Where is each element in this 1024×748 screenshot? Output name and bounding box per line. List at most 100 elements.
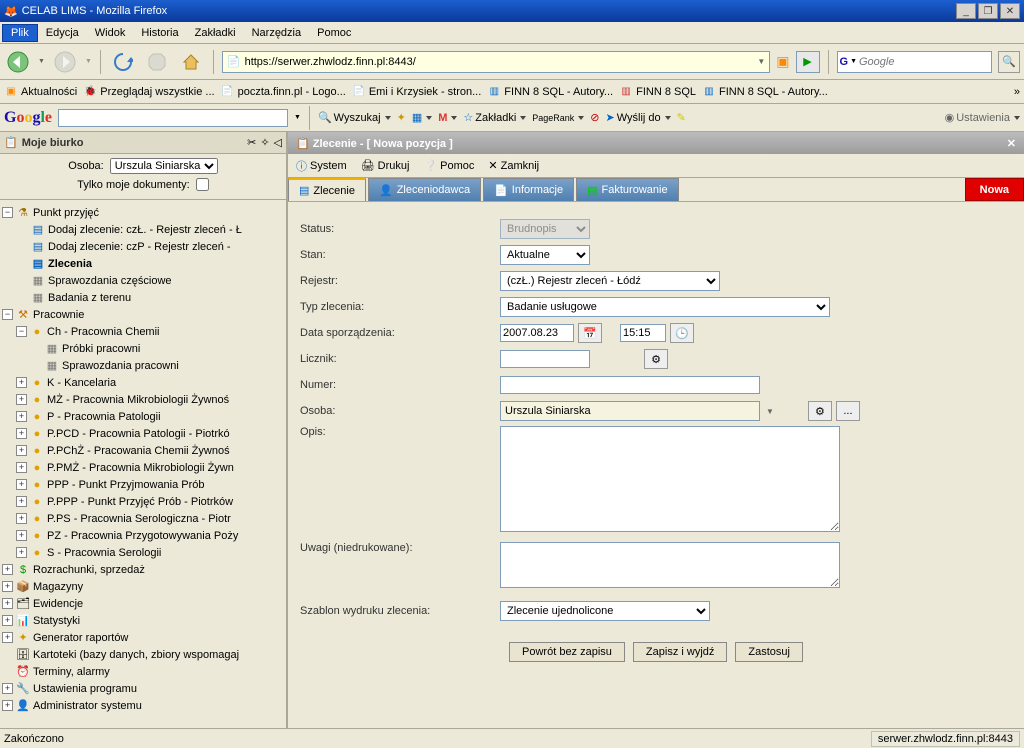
close-icon[interactable]: ✕ bbox=[1007, 137, 1016, 150]
rejestr-select[interactable]: (czŁ.) Rejestr zleceń - Łódź bbox=[500, 271, 720, 291]
tree-item[interactable]: Statystyki bbox=[33, 615, 80, 627]
tree-item[interactable]: Punkt przyjęć bbox=[33, 207, 99, 219]
gt-search[interactable]: 🔍Wyszukaj bbox=[318, 111, 391, 124]
minimize-button[interactable]: _ bbox=[956, 3, 976, 19]
expander-icon[interactable]: + bbox=[2, 581, 13, 592]
expander-icon[interactable]: + bbox=[16, 411, 27, 422]
tree-item[interactable]: PPP - Punkt Przyjmowania Prób bbox=[47, 479, 205, 491]
expander-icon[interactable]: − bbox=[16, 326, 27, 337]
tree-item[interactable]: P.PChŻ - Pracowania Chemii Żywnoś bbox=[47, 445, 230, 457]
expander-icon[interactable]: + bbox=[2, 564, 13, 575]
search-input[interactable] bbox=[859, 56, 989, 68]
tree-item[interactable]: Badania z terenu bbox=[48, 292, 131, 304]
tool-icon[interactable]: ✧ bbox=[260, 136, 269, 149]
tree-view[interactable]: −⚗Punkt przyjęć ▤Dodaj zlecenie: czŁ. - … bbox=[0, 200, 286, 728]
expander-icon[interactable]: + bbox=[2, 615, 13, 626]
bm-finn2[interactable]: ▥FINN 8 SQL bbox=[619, 85, 696, 99]
google-search-input[interactable] bbox=[58, 109, 288, 127]
gt-bookmarks[interactable]: ☆Zakładki bbox=[463, 111, 526, 124]
tree-item[interactable]: Sprawozdania pracowni bbox=[62, 360, 179, 372]
go-button[interactable]: ▶ bbox=[796, 51, 820, 73]
url-box[interactable]: 📄 ▼ bbox=[222, 51, 770, 73]
tree-item[interactable]: Pracownie bbox=[33, 309, 84, 321]
back-dropdown-icon[interactable]: ▼ bbox=[38, 58, 45, 65]
expander-icon[interactable]: + bbox=[16, 394, 27, 405]
only-mine-checkbox[interactable] bbox=[196, 178, 209, 191]
expander-icon[interactable]: + bbox=[16, 428, 27, 439]
more-button[interactable]: ... bbox=[836, 401, 860, 421]
tree-item[interactable]: Administrator systemu bbox=[33, 700, 142, 712]
gt-pagerank[interactable]: PageRank bbox=[532, 113, 584, 123]
gear-button[interactable]: ⚙ bbox=[644, 349, 668, 369]
licznik-input[interactable] bbox=[500, 350, 590, 368]
expander-icon[interactable]: + bbox=[16, 479, 27, 490]
stan-select[interactable]: Aktualne bbox=[500, 245, 590, 265]
menu-widok[interactable]: Widok bbox=[87, 25, 134, 41]
tree-item[interactable]: Terminy, alarmy bbox=[33, 666, 110, 678]
apply-button[interactable]: Zastosuj bbox=[735, 642, 803, 662]
back-button[interactable]: Powrót bez zapisu bbox=[509, 642, 625, 662]
tree-item[interactable]: Ustawienia programu bbox=[33, 683, 137, 695]
gt-send[interactable]: ➤Wyślij do bbox=[606, 111, 671, 124]
tree-item[interactable]: Dodaj zlecenie: czP - Rejestr zleceń - bbox=[48, 241, 231, 253]
fwd-dropdown-icon[interactable]: ▼ bbox=[85, 58, 92, 65]
search-engine-icon[interactable]: G bbox=[840, 56, 849, 68]
tree-item[interactable]: K - Kancelaria bbox=[47, 377, 116, 389]
bm-poczta[interactable]: 📄poczta.finn.pl - Logo... bbox=[221, 85, 346, 99]
tool-icon[interactable]: ✂ bbox=[247, 136, 256, 149]
menu-plik[interactable]: Plik bbox=[2, 24, 38, 42]
osoba-field[interactable]: Urszula Siniarska bbox=[500, 401, 760, 421]
gt-gmail-icon[interactable]: M bbox=[438, 112, 457, 124]
expander-icon[interactable]: + bbox=[2, 598, 13, 609]
menu-drukuj[interactable]: 🖨Drukuj bbox=[361, 159, 410, 172]
expander-icon[interactable]: + bbox=[16, 530, 27, 541]
tree-item[interactable]: Ewidencje bbox=[33, 598, 83, 610]
menu-edycja[interactable]: Edycja bbox=[38, 25, 87, 41]
tree-item[interactable]: P.PCD - Pracownia Patologii - Piotrkó bbox=[47, 428, 230, 440]
search-go-button[interactable]: 🔍 bbox=[998, 51, 1020, 73]
tree-item[interactable]: P - Pracownia Patologii bbox=[47, 411, 161, 423]
tree-item[interactable]: P.PS - Pracownia Serologiczna - Piotr bbox=[47, 513, 231, 525]
clock-button[interactable]: 🕒 bbox=[670, 323, 694, 343]
expander-icon[interactable]: − bbox=[2, 207, 13, 218]
gt-apps-dropdown[interactable]: ▦ bbox=[412, 111, 432, 124]
menu-pomoc[interactable]: Pomoc bbox=[309, 25, 359, 41]
menu-pomoc[interactable]: ❔Pomoc bbox=[423, 159, 474, 172]
expander-icon[interactable]: + bbox=[2, 700, 13, 711]
gt-highlight-icon[interactable]: ✎ bbox=[677, 111, 686, 124]
gear-button[interactable]: ⚙ bbox=[808, 401, 832, 421]
numer-input[interactable] bbox=[500, 376, 760, 394]
tree-item[interactable]: MŻ - Pracownia Mikrobiologii Żywnoś bbox=[47, 394, 229, 406]
maximize-button[interactable]: ❐ bbox=[978, 3, 998, 19]
expander-icon[interactable]: + bbox=[16, 445, 27, 456]
bm-finn1[interactable]: ▥FINN 8 SQL - Autory... bbox=[487, 85, 613, 99]
expander-icon[interactable]: + bbox=[2, 632, 13, 643]
tab-zleceniodawca[interactable]: 👤Zleceniodawca bbox=[368, 178, 481, 201]
tree-item[interactable]: P.PPP - Punkt Przyjęć Prób - Piotrków bbox=[47, 496, 233, 508]
dropdown-icon[interactable]: ▼ bbox=[766, 407, 774, 416]
bm-aktualnosci[interactable]: ▣Aktualności bbox=[4, 85, 77, 99]
tree-item[interactable]: Kartoteki (bazy danych, zbiory wspomagaj bbox=[33, 649, 239, 661]
expander-icon[interactable]: + bbox=[16, 462, 27, 473]
gt-settings[interactable]: ◉ Ustawienia bbox=[945, 111, 1020, 124]
menu-historia[interactable]: Historia bbox=[133, 25, 186, 41]
bookmarks-overflow-icon[interactable]: » bbox=[1014, 86, 1020, 98]
tree-item[interactable]: Rozrachunki, sprzedaż bbox=[33, 564, 145, 576]
tree-item[interactable]: Sprawozdania częściowe bbox=[48, 275, 172, 287]
bm-finn3[interactable]: ▥FINN 8 SQL - Autory... bbox=[702, 85, 828, 99]
typ-select[interactable]: Badanie usługowe bbox=[500, 297, 830, 317]
tab-informacje[interactable]: 📄Informacje bbox=[483, 178, 574, 201]
time-input[interactable] bbox=[620, 324, 666, 342]
expander-icon[interactable]: − bbox=[2, 309, 13, 320]
szablon-select[interactable]: Zlecenie ujednolicone bbox=[500, 601, 710, 621]
close-button[interactable]: ✕ bbox=[1000, 3, 1020, 19]
tree-item[interactable]: Generator raportów bbox=[33, 632, 128, 644]
opis-textarea[interactable] bbox=[500, 426, 840, 532]
gsearch-dropdown-icon[interactable]: ▼ bbox=[294, 114, 301, 121]
expander-icon[interactable]: + bbox=[16, 547, 27, 558]
expander-icon[interactable]: + bbox=[16, 496, 27, 507]
tab-zlecenie[interactable]: ▤Zlecenie bbox=[288, 178, 366, 201]
reload-button[interactable] bbox=[109, 48, 137, 76]
uwagi-textarea[interactable] bbox=[500, 542, 840, 588]
tree-item[interactable]: Próbki pracowni bbox=[62, 343, 140, 355]
